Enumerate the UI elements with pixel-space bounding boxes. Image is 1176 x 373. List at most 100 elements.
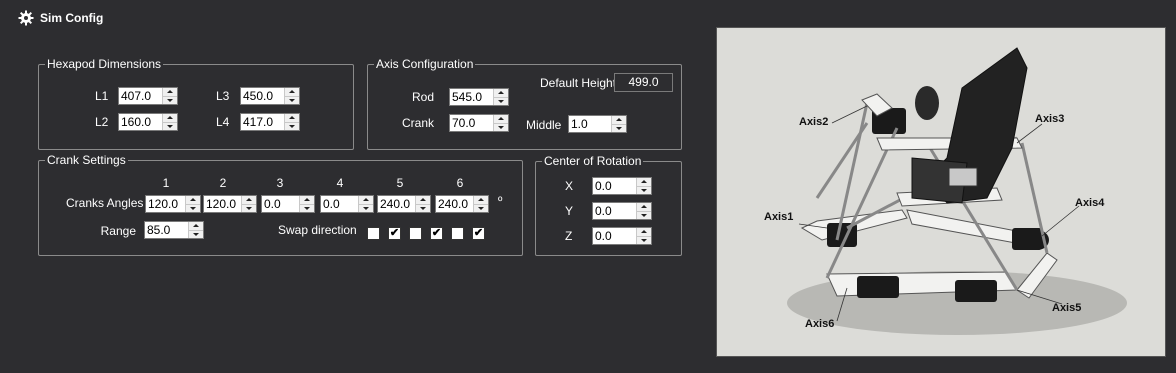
rod-input[interactable] — [450, 89, 493, 105]
l2-input[interactable] — [119, 114, 162, 130]
window-title: Sim Config — [40, 11, 104, 25]
rotation-y-input[interactable] — [593, 203, 636, 219]
crank-angle-2-input[interactable] — [204, 196, 241, 212]
rotation-x-input[interactable] — [593, 178, 636, 194]
axis2-label: Axis2 — [799, 116, 829, 128]
l4-up-button[interactable] — [285, 114, 299, 123]
crank-angle-1-up-button[interactable] — [186, 196, 200, 205]
crank-angle-5-down-button[interactable] — [416, 204, 430, 212]
l3-down-button[interactable] — [285, 96, 299, 104]
rotation-y-down-button[interactable] — [637, 211, 651, 219]
rod-down-button[interactable] — [494, 97, 508, 105]
l3-input[interactable] — [241, 88, 284, 104]
l1-label: L1 — [95, 89, 109, 103]
crank-angle-3-spinbox[interactable] — [261, 195, 315, 213]
middle-up-button[interactable] — [612, 116, 626, 125]
swap-checkbox-2[interactable]: ✔ — [388, 227, 401, 240]
axis-configuration-legend: Axis Configuration — [376, 57, 474, 71]
crank-input[interactable] — [450, 115, 493, 131]
rotation-z-up-button[interactable] — [637, 228, 651, 237]
crank-col-header-2: 2 — [219, 176, 227, 190]
crank-angle-1-down-button[interactable] — [186, 204, 200, 212]
range-up-button[interactable] — [189, 222, 203, 231]
gear-icon — [18, 10, 34, 26]
axis3-label: Axis3 — [1035, 113, 1065, 125]
crank-angle-6-input[interactable] — [436, 196, 473, 212]
default-height-value: 499.0 — [614, 73, 673, 92]
degree-unit-label: º — [498, 194, 503, 208]
l1-spinbox[interactable] — [118, 87, 178, 105]
crank-angle-5-input[interactable] — [378, 196, 415, 212]
hexapod-illustration — [787, 47, 1127, 335]
swap-direction-label: Swap direction — [278, 223, 357, 237]
l3-label: L3 — [216, 89, 230, 103]
axis4-label: Axis4 — [1075, 197, 1105, 209]
rotation-z-down-button[interactable] — [637, 236, 651, 244]
crank-angle-4-down-button[interactable] — [359, 204, 373, 212]
crank-angle-6-up-button[interactable] — [474, 196, 488, 205]
swap-checkbox-4[interactable]: ✔ — [430, 227, 443, 240]
crank-angle-1-spinbox[interactable] — [145, 195, 201, 213]
swap-checkbox-6[interactable]: ✔ — [472, 227, 485, 240]
rod-spinbox[interactable] — [449, 88, 509, 106]
middle-down-button[interactable] — [612, 124, 626, 132]
crank-angle-1-input[interactable] — [146, 196, 185, 212]
crank-angle-2-spinbox[interactable] — [203, 195, 257, 213]
crank-angle-3-up-button[interactable] — [300, 196, 314, 205]
rotation-z-input[interactable] — [593, 228, 636, 244]
crank-col-header-3: 3 — [276, 176, 284, 190]
rod-up-button[interactable] — [494, 89, 508, 98]
rotation-x-down-button[interactable] — [637, 186, 651, 194]
l1-down-button[interactable] — [163, 96, 177, 104]
middle-input[interactable] — [569, 116, 611, 132]
crank-angle-5-spinbox[interactable] — [377, 195, 431, 213]
l1-input[interactable] — [119, 88, 162, 104]
crank-angle-4-up-button[interactable] — [359, 196, 373, 205]
crank-settings-legend: Crank Settings — [47, 153, 126, 167]
rotation-z-label: Z — [565, 229, 573, 243]
l4-down-button[interactable] — [285, 122, 299, 130]
cranks-angles-label: Cranks Angles — [66, 196, 144, 210]
swap-checkbox-5[interactable] — [451, 227, 464, 240]
l3-spinbox[interactable] — [240, 87, 300, 105]
range-label: Range — [100, 224, 136, 238]
range-down-button[interactable] — [189, 230, 203, 238]
default-height-label: Default Height — [540, 76, 617, 90]
swap-checkbox-1[interactable] — [367, 227, 380, 240]
crank-label: Crank — [401, 116, 434, 130]
crank-angle-6-down-button[interactable] — [474, 204, 488, 212]
rotation-y-up-button[interactable] — [637, 203, 651, 212]
crank-down-button[interactable] — [494, 123, 508, 131]
l4-label: L4 — [216, 115, 230, 129]
crank-angle-2-down-button[interactable] — [242, 204, 256, 212]
range-spinbox[interactable] — [144, 221, 204, 239]
rotation-x-up-button[interactable] — [637, 178, 651, 187]
l4-input[interactable] — [241, 114, 284, 130]
l4-spinbox[interactable] — [240, 113, 300, 131]
l2-spinbox[interactable] — [118, 113, 178, 131]
crank-angle-2-up-button[interactable] — [242, 196, 256, 205]
crank-angle-3-input[interactable] — [262, 196, 299, 212]
l2-up-button[interactable] — [163, 114, 177, 123]
window-title-bar: Sim Config — [18, 10, 103, 26]
hexapod-dimensions-group: Hexapod Dimensions — [38, 58, 354, 150]
rotation-z-spinbox[interactable] — [592, 227, 652, 245]
middle-spinbox[interactable] — [568, 115, 627, 133]
rotation-y-label: Y — [565, 204, 574, 218]
crank-col-header-1: 1 — [162, 176, 170, 190]
rotation-x-spinbox[interactable] — [592, 177, 652, 195]
swap-checkbox-3[interactable] — [409, 227, 422, 240]
range-input[interactable] — [145, 222, 188, 238]
l2-down-button[interactable] — [163, 122, 177, 130]
crank-angle-5-up-button[interactable] — [416, 196, 430, 205]
middle-label: Middle — [526, 118, 562, 132]
l1-up-button[interactable] — [163, 88, 177, 97]
crank-angle-6-spinbox[interactable] — [435, 195, 489, 213]
crank-up-button[interactable] — [494, 115, 508, 124]
crank-spinbox[interactable] — [449, 114, 509, 132]
crank-angle-3-down-button[interactable] — [300, 204, 314, 212]
rotation-y-spinbox[interactable] — [592, 202, 652, 220]
crank-angle-4-spinbox[interactable] — [320, 195, 374, 213]
l3-up-button[interactable] — [285, 88, 299, 97]
crank-angle-4-input[interactable] — [321, 196, 358, 212]
